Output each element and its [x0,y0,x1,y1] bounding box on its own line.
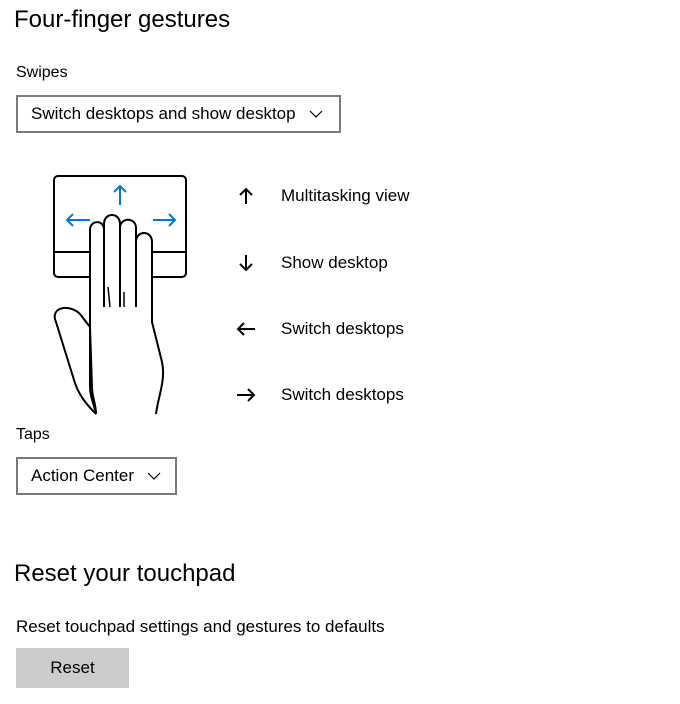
arrow-left-icon [236,319,256,339]
swipes-dropdown-value: Switch desktops and show desktop [31,104,296,123]
gesture-label-up: Multitasking view [281,186,410,205]
arrow-down-icon [236,253,256,273]
chevron-down-icon [308,109,324,119]
four-finger-gesture-illustration [52,172,192,416]
taps-dropdown[interactable]: Action Center [16,457,177,495]
touchpad-hand-icon [53,175,187,415]
gesture-row-right: Switch desktops [236,379,404,411]
reset-touchpad-heading: Reset your touchpad [14,560,236,587]
taps-dropdown-value: Action Center [31,466,134,485]
arrow-right-icon [236,385,256,405]
gesture-row-up: Multitasking view [236,180,410,212]
gesture-label-left: Switch desktops [281,319,404,338]
gesture-label-down: Show desktop [281,253,388,272]
taps-label: Taps [16,426,50,443]
chevron-down-icon [146,471,162,481]
swipes-dropdown[interactable]: Switch desktops and show desktop [16,95,341,133]
reset-description: Reset touchpad settings and gestures to … [16,617,385,636]
four-finger-gestures-heading: Four-finger gestures [14,6,231,33]
gesture-row-down: Show desktop [236,247,388,279]
arrow-up-icon [236,186,256,206]
swipes-label: Swipes [16,64,68,81]
touchpad-settings-page: Four-finger gestures Swipes Switch deskt… [0,0,680,704]
gesture-label-right: Switch desktops [281,385,404,404]
gesture-row-left: Switch desktops [236,313,404,345]
reset-button[interactable]: Reset [16,648,129,688]
